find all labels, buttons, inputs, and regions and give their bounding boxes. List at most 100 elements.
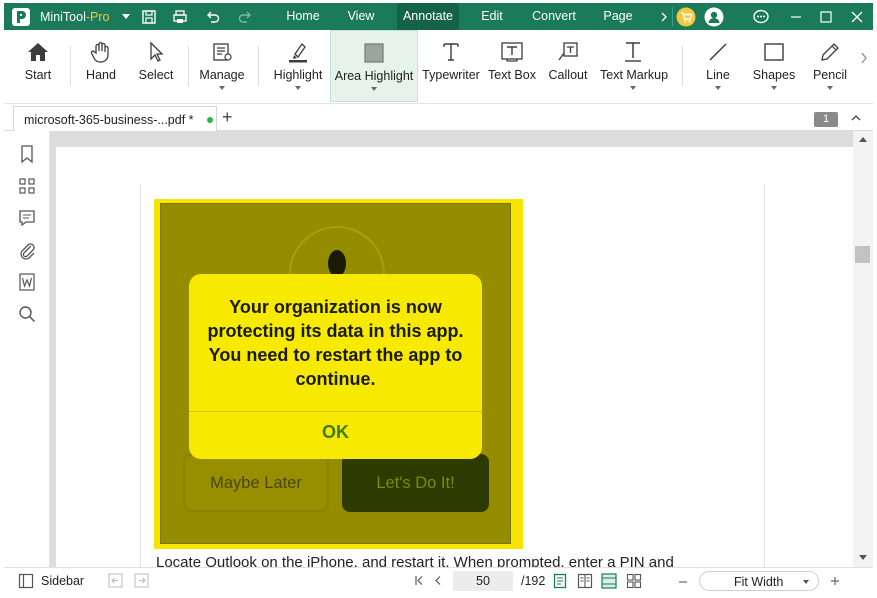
save-icon[interactable] <box>139 7 159 27</box>
scroll-up-arrow-icon[interactable] <box>859 137 867 142</box>
undo-icon[interactable] <box>203 7 223 27</box>
title-bar: MiniTool-Pro Home View Annotate Edit Con… <box>4 3 873 30</box>
first-page-icon[interactable] <box>414 575 424 586</box>
line-dropdown-caret <box>715 86 721 90</box>
maybe-later-button-image: Maybe Later <box>183 454 329 512</box>
select-tool-button[interactable]: Select <box>132 30 180 102</box>
continuous-scroll-view-icon[interactable] <box>601 573 617 589</box>
hand-tool-button[interactable]: Hand <box>77 30 125 102</box>
embedded-screenshot-image: Maybe Later Let's Do It! Your organizati… <box>160 203 511 544</box>
page-margin-line <box>140 183 141 567</box>
scroll-down-arrow-icon[interactable] <box>859 555 867 560</box>
next-view-icon[interactable] <box>134 573 149 588</box>
page-number-input[interactable] <box>453 571 513 591</box>
line-icon <box>709 43 727 61</box>
feedback-chat-icon[interactable] <box>751 7 771 27</box>
menu-scroll-right-icon[interactable] <box>654 7 674 27</box>
dialog-message: Your organization is now protecting its … <box>207 297 464 389</box>
page-gap <box>50 131 853 147</box>
page-margin-line <box>764 183 765 567</box>
dialog-ok-label: OK <box>322 422 349 442</box>
app-logo-icon <box>12 8 30 26</box>
two-page-continuous-view-icon[interactable] <box>626 573 642 589</box>
tab-annotate[interactable]: Annotate <box>397 3 459 30</box>
word-count-icon[interactable] <box>17 272 37 292</box>
manage-icon <box>213 43 232 61</box>
collapse-ribbon-icon[interactable] <box>850 112 862 124</box>
manage-tool-button[interactable]: Manage <box>194 30 250 102</box>
search-icon[interactable] <box>17 304 37 324</box>
tab-convert[interactable]: Convert <box>525 3 583 30</box>
highlight-icon <box>289 42 307 63</box>
previous-page-icon[interactable] <box>433 575 443 586</box>
close-icon[interactable] <box>847 7 867 27</box>
ribbon-separator <box>70 46 71 86</box>
zoom-dropdown-caret <box>803 580 809 584</box>
comments-icon[interactable] <box>17 208 37 228</box>
new-tab-plus-icon[interactable]: + <box>222 107 233 127</box>
phone-app-icon <box>328 250 346 277</box>
shapes-tool-button[interactable]: Shapes <box>750 30 798 102</box>
tab-home[interactable]: Home <box>278 3 328 30</box>
page-badge: 1 <box>814 112 838 127</box>
typewriter-tool-button[interactable]: Typewriter <box>422 30 480 102</box>
area-highlight-tool-button[interactable]: Area Highlight <box>330 30 418 102</box>
previous-view-icon[interactable] <box>108 573 123 588</box>
print-icon[interactable] <box>170 7 190 27</box>
pencil-tool-button[interactable]: Pencil <box>806 30 854 102</box>
sidebar-toggle-icon[interactable] <box>18 573 34 589</box>
document-tab-label: microsoft-365-business-...pdf * <box>24 113 194 127</box>
text-box-tool-button[interactable]: Text Box <box>486 30 538 102</box>
text-markup-tool-button[interactable]: Text Markup <box>600 30 668 102</box>
app-menu-dropdown-icon[interactable] <box>116 7 136 27</box>
tab-page[interactable]: Page <box>596 3 640 30</box>
text-markup-icon <box>625 42 641 62</box>
attachment-icon[interactable] <box>17 240 37 260</box>
text-box-icon <box>501 42 523 62</box>
zoom-in-icon[interactable] <box>830 576 840 586</box>
vertical-scrollbar[interactable] <box>853 131 873 567</box>
shapes-dropdown-caret <box>771 86 777 90</box>
document-viewport[interactable]: Maybe Later Let's Do It! Your organizati… <box>50 131 853 567</box>
area-highlight-annotation[interactable]: Maybe Later Let's Do It! Your organizati… <box>154 199 523 549</box>
thumbnails-icon[interactable] <box>17 176 37 196</box>
text-markup-dropdown-caret <box>630 86 636 90</box>
zoom-select[interactable]: Fit Width <box>699 571 819 591</box>
account-avatar-icon[interactable] <box>704 7 724 27</box>
tab-edit[interactable]: Edit <box>470 3 514 30</box>
ribbon-separator <box>188 46 189 86</box>
ribbon-separator <box>682 46 683 86</box>
tab-view[interactable]: View <box>337 3 385 30</box>
home-icon <box>28 43 48 61</box>
document-tab[interactable]: microsoft-365-business-...pdf * <box>13 106 217 131</box>
two-page-view-icon[interactable] <box>577 573 593 589</box>
zoom-out-icon[interactable] <box>678 577 688 587</box>
start-tool-button[interactable]: Start <box>14 30 62 102</box>
maximize-icon[interactable] <box>816 7 836 27</box>
hand-icon <box>90 41 109 63</box>
unsaved-dot-icon <box>207 117 213 123</box>
total-pages: /192 <box>521 574 546 588</box>
scroll-thumb[interactable] <box>855 246 870 263</box>
annotate-ribbon: Start Hand Select Manage Highlight Area … <box>4 30 873 104</box>
typewriter-icon <box>443 43 459 61</box>
lets-do-it-button-image: Let's Do It! <box>342 454 489 512</box>
manage-dropdown-caret <box>219 86 225 90</box>
restart-dialog-image: Your organization is now protecting its … <box>189 274 482 459</box>
bookmark-icon[interactable] <box>17 144 37 164</box>
redo-icon[interactable] <box>235 7 255 27</box>
area-highlight-icon <box>364 43 384 63</box>
ribbon-scroll-right-icon[interactable] <box>860 52 868 67</box>
callout-icon <box>558 42 578 61</box>
single-page-view-icon[interactable] <box>553 573 567 589</box>
highlight-dropdown-caret <box>295 86 301 90</box>
store-cart-icon[interactable] <box>676 7 696 27</box>
callout-tool-button[interactable]: Callout <box>544 30 592 102</box>
line-tool-button[interactable]: Line <box>696 30 740 102</box>
page-body-text: Locate Outlook on the iPhone, and restar… <box>156 554 674 567</box>
minimize-icon[interactable] <box>786 7 806 27</box>
dialog-divider <box>189 411 482 412</box>
app-name: MiniTool-Pro <box>40 10 110 24</box>
sidebar-label[interactable]: Sidebar <box>41 574 84 588</box>
highlight-tool-button[interactable]: Highlight <box>268 30 328 102</box>
